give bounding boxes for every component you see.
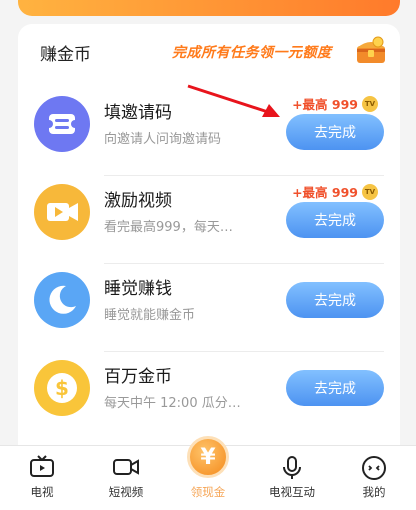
profile-face-icon xyxy=(362,456,386,480)
microphone-icon xyxy=(283,456,301,479)
task-name: 填邀请码 xyxy=(104,103,172,123)
task-desc: 看完最高999，每天… xyxy=(104,220,233,235)
promo-text[interactable]: 完成所有任务领一元额度 xyxy=(172,42,332,62)
tab-label: 我的 xyxy=(362,485,386,499)
task-name: 百万金币 xyxy=(104,367,172,387)
tv-coin-icon: TV xyxy=(362,95,378,112)
task-name: 睡觉赚钱 xyxy=(104,279,172,299)
task-row: 睡觉赚钱 睡觉就能赚金币 去完成 xyxy=(18,264,400,352)
video-camera-icon xyxy=(113,459,139,475)
go-complete-button[interactable]: 去完成 xyxy=(286,202,384,238)
task-row: $ 百万金币 每天中午 12:00 瓜分… 去完成 xyxy=(18,352,400,440)
task-desc: 睡觉就能赚金币 xyxy=(104,308,196,323)
reward-badge: +最高 999 TV xyxy=(292,182,378,201)
task-desc: 向邀请人问询邀请码 xyxy=(104,132,222,147)
task-desc: 每天中午 12:00 瓜分… xyxy=(104,396,241,411)
dollar-coin-icon: $ xyxy=(34,360,90,416)
reward-text: +最高 999 xyxy=(292,185,358,200)
go-complete-button[interactable]: 去完成 xyxy=(286,114,384,150)
svg-text:$: $ xyxy=(55,376,69,400)
tab-short-video[interactable]: 短视频 xyxy=(88,446,164,510)
top-banner xyxy=(18,0,400,16)
tv-icon xyxy=(30,455,54,477)
go-complete-button[interactable]: 去完成 xyxy=(286,370,384,406)
tab-label: 领现金 xyxy=(190,485,226,499)
tv-coin-icon: TV xyxy=(362,183,378,200)
moon-icon xyxy=(34,272,90,328)
section-title: 赚金币 xyxy=(40,45,91,65)
bottom-tab-bar: 电视 短视频 ¥ 领现金 电视互动 我的 xyxy=(0,436,416,510)
go-complete-button[interactable]: 去完成 xyxy=(286,282,384,318)
reward-text: +最高 999 xyxy=(292,97,358,112)
tab-tv[interactable]: 电视 xyxy=(4,446,80,510)
annotation-arrow-icon xyxy=(187,84,280,117)
tab-label: 短视频 xyxy=(108,485,144,499)
ticket-icon xyxy=(34,96,90,152)
tab-mine[interactable]: 我的 xyxy=(336,446,412,510)
tab-get-cash[interactable]: ¥ 领现金 xyxy=(170,436,246,510)
tab-label: 电视 xyxy=(30,485,54,499)
yuan-coin-icon: ¥ xyxy=(187,436,229,478)
reward-badge: +最高 999 TV xyxy=(292,94,378,113)
task-row: 激励视频 看完最高999，每天… +最高 999 TV 去完成 xyxy=(18,176,400,264)
tab-tv-interact[interactable]: 电视互动 xyxy=(254,446,330,510)
treasure-chest-icon[interactable] xyxy=(354,34,388,66)
tab-label: 电视互动 xyxy=(269,485,315,499)
task-name: 激励视频 xyxy=(104,191,172,211)
video-icon xyxy=(34,184,90,240)
